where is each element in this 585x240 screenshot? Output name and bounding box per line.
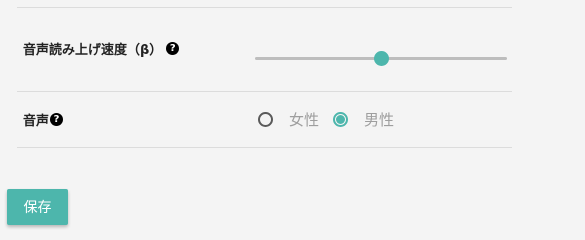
speech-rate-slider[interactable] xyxy=(255,50,507,68)
help-icon[interactable]: ? xyxy=(50,113,64,126)
voice-option-female[interactable]: 女性 xyxy=(258,109,319,130)
speech-rate-row-label: 音声読み上げ速度（β） ? xyxy=(23,39,180,58)
voice-option-male[interactable]: 男性 xyxy=(333,109,394,130)
voice-radio-group: 女性 男性 xyxy=(258,109,408,129)
save-button[interactable]: 保存 xyxy=(7,189,68,225)
voice-option-female-label: 女性 xyxy=(289,110,320,129)
divider-middle xyxy=(17,91,512,92)
divider-top xyxy=(17,7,512,8)
radio-button-female[interactable] xyxy=(258,111,273,127)
help-icon[interactable]: ? xyxy=(166,42,180,55)
slider-thumb[interactable] xyxy=(374,51,389,66)
voice-option-male-label: 男性 xyxy=(364,110,395,129)
speech-rate-label: 音声読み上げ速度（β） xyxy=(23,43,163,58)
settings-panel: 音声読み上げ速度（β） ? 音声 ? 女性 男性 保存 xyxy=(0,0,585,228)
radio-button-male[interactable] xyxy=(333,111,349,127)
voice-row-label: 音声 ? xyxy=(23,110,64,129)
voice-label: 音声 xyxy=(23,114,50,129)
divider-bottom xyxy=(17,147,512,148)
